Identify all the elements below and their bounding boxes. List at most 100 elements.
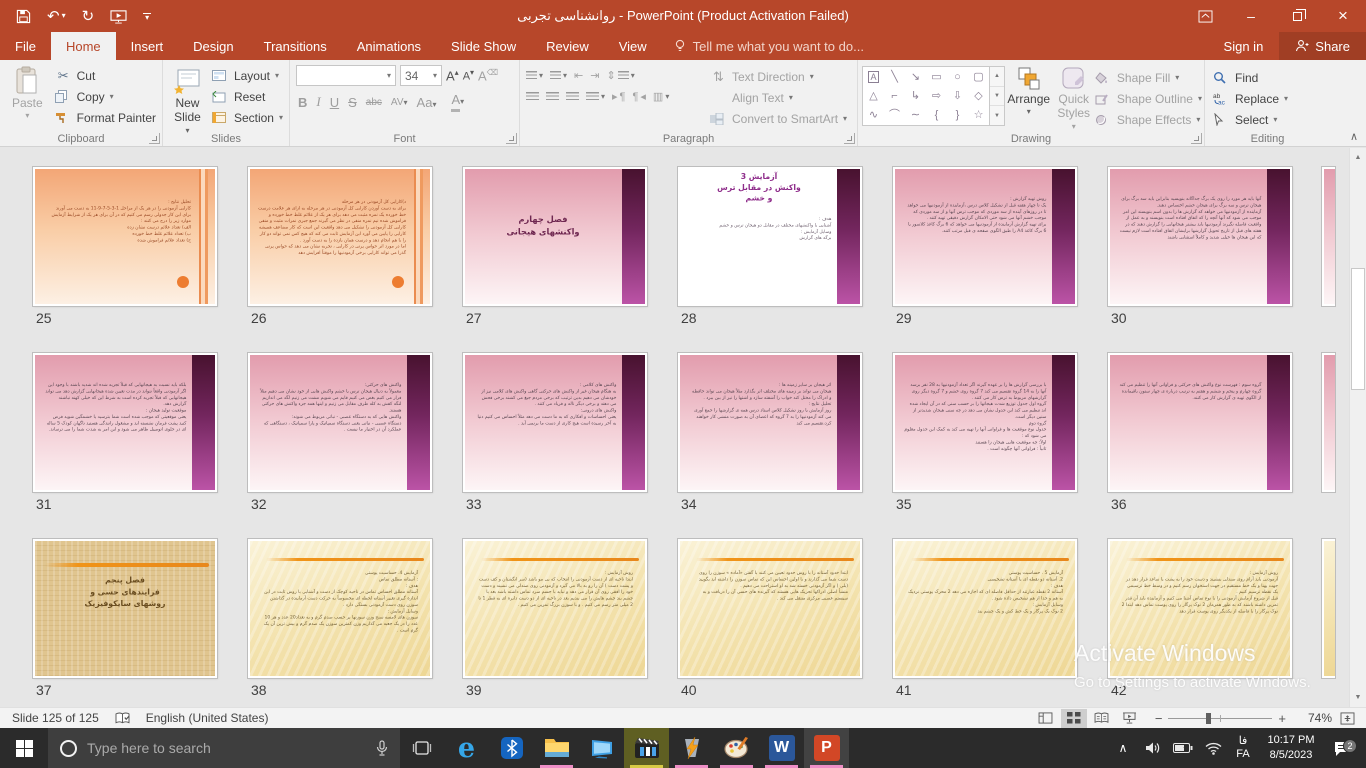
bold-button[interactable]: B [298, 95, 307, 110]
customize-qat-button[interactable]: ▾ [143, 13, 151, 20]
shape-option-icon[interactable]: ☆ [974, 110, 984, 121]
save-icon[interactable] [16, 9, 31, 24]
gallery-scroll-up-icon[interactable]: ▲ [990, 67, 1004, 87]
slide-thumbnail[interactable]: روش آزمایش : آزمودنی باید آرام روی صندلی… [1108, 539, 1292, 678]
normal-view-icon[interactable] [1033, 709, 1059, 728]
clear-formatting-icon[interactable]: A⌫ [478, 68, 498, 83]
decrease-indent-icon[interactable]: ⇤ [574, 69, 583, 82]
zoom-slider[interactable] [1168, 718, 1272, 719]
slide-thumbnail[interactable]: آزمایش 5 . حساسیت پوستی 2. آستانه دو نقط… [893, 539, 1077, 678]
layout-button[interactable]: Layout▾ [208, 65, 287, 86]
increase-font-icon[interactable]: A▴ [446, 68, 459, 83]
strikethrough-button[interactable]: S [348, 95, 357, 110]
reading-view-icon[interactable] [1089, 709, 1115, 728]
share-button[interactable]: Share [1279, 32, 1366, 60]
shape-option-icon[interactable]: ▢ [973, 72, 983, 83]
taskbar-display-button[interactable] [579, 728, 624, 768]
microphone-icon[interactable] [376, 740, 388, 757]
section-button[interactable]: Section▾ [208, 107, 287, 128]
font-name-combo[interactable]: ▾ [296, 65, 396, 86]
slide-thumbnail[interactable]: اثر هیجان بر سایر زمینه ها : هیجان می تو… [678, 353, 862, 492]
align-right-icon[interactable] [566, 92, 579, 102]
shape-option-icon[interactable]: △ [869, 91, 877, 102]
gallery-more-icon[interactable]: ▼ [990, 106, 1004, 125]
task-view-button[interactable] [400, 728, 444, 768]
shape-option-icon[interactable]: A [868, 71, 878, 83]
zoom-level[interactable]: 74% [1298, 711, 1332, 725]
slide-thumbnail[interactable]: واکنش های کلامی : به هنگام هیجان غیر از … [463, 353, 647, 492]
slide-thumbnail[interactable]: روش تهیه گزارش : یک تا چهار هفته قبل از … [893, 167, 1077, 306]
vertical-scrollbar[interactable]: ▲ ▼ [1349, 148, 1366, 707]
fit-to-window-icon[interactable] [1334, 709, 1360, 728]
font-color-button[interactable]: A▾ [451, 92, 464, 112]
slide-thumbnail[interactable]: واکنش های حرکتی: معمولاً به دنبال هیجان … [248, 353, 432, 492]
slide-thumbnail-partial[interactable] [1322, 167, 1335, 306]
columns-icon[interactable]: ▥▾ [653, 90, 669, 103]
tab-insert[interactable]: Insert [116, 32, 179, 60]
underline-button[interactable]: U [330, 95, 339, 110]
taskbar-bluetooth-button[interactable] [489, 728, 534, 768]
tab-view[interactable]: View [604, 32, 662, 60]
shape-option-icon[interactable]: ∿ [869, 110, 878, 121]
find-button[interactable]: Find [1209, 67, 1292, 88]
paste-button[interactable]: Paste▾ [4, 63, 51, 121]
copy-button[interactable]: Copy▾ [51, 86, 160, 107]
restore-button[interactable] [1274, 0, 1320, 32]
taskbar-file-explorer-button[interactable] [534, 728, 579, 768]
ltr-direction-icon[interactable]: ¶◂ [632, 90, 645, 103]
tab-animations[interactable]: Animations [342, 32, 436, 60]
scrollbar-thumb[interactable] [1351, 268, 1365, 390]
scroll-up-icon[interactable]: ▲ [1351, 149, 1365, 166]
tray-chevron-icon[interactable]: ∧ [1108, 741, 1138, 755]
taskbar-powerpoint-button[interactable]: P [804, 728, 849, 768]
zoom-slider-thumb[interactable] [1206, 713, 1211, 724]
increase-indent-icon[interactable]: ⇥ [590, 69, 599, 82]
shape-option-icon[interactable]: ⇩ [953, 91, 962, 102]
tab-slideshow[interactable]: Slide Show [436, 32, 531, 60]
minimize-button[interactable]: – [1228, 0, 1274, 32]
reset-button[interactable]: Reset [208, 86, 287, 107]
tab-home[interactable]: Home [51, 32, 116, 60]
justify-icon[interactable]: ▾ [586, 92, 605, 102]
shape-outline-button[interactable]: Shape Outline▾ [1095, 88, 1202, 109]
text-direction-button[interactable]: ⇅Text Direction▾ [710, 66, 847, 87]
taskbar-media-player-button[interactable] [624, 728, 669, 768]
shape-option-icon[interactable]: ⌐ [891, 91, 897, 102]
new-slide-button[interactable]: New Slide▾ [167, 63, 208, 135]
shape-option-icon[interactable]: ◇ [974, 91, 982, 102]
arrange-button[interactable]: Arrange▾ [1005, 63, 1053, 117]
rtl-direction-icon[interactable]: ▸¶ [612, 90, 625, 103]
bullets-icon[interactable]: ▾ [526, 71, 543, 81]
text-shadow-button[interactable]: abc [366, 97, 382, 108]
shape-gallery[interactable]: A╲↘▭○▢△⌐↳⇨⇩◇∿⌒∼{}☆ [862, 66, 990, 126]
font-dialog-launcher[interactable] [506, 133, 517, 144]
scroll-down-icon[interactable]: ▼ [1351, 689, 1365, 706]
italic-button[interactable]: I [316, 94, 320, 110]
slide-sorter-view-icon[interactable] [1061, 709, 1087, 728]
tell-me-box[interactable]: Tell me what you want to do... [662, 32, 876, 60]
taskbar-paint-button[interactable] [714, 728, 759, 768]
slide-thumbnail[interactable]: آزمایش 4. حساسیت پوستی : آستانه مطلق تما… [248, 539, 432, 678]
close-button[interactable]: × [1320, 0, 1366, 32]
font-size-combo[interactable]: 34▾ [400, 65, 442, 86]
undo-button[interactable]: ↶▾ [47, 9, 66, 24]
numbering-icon[interactable]: ▾ [550, 71, 567, 81]
paragraph-dialog-launcher[interactable] [844, 133, 855, 144]
slide-thumbnail[interactable]: روش آزمایش : ابتدا ناحیه ای از دست آزمود… [463, 539, 647, 678]
language-indicator[interactable]: English (United States) [146, 711, 269, 725]
quick-styles-button[interactable]: Quick Styles▾ [1053, 63, 1095, 131]
shape-option-icon[interactable]: ⇨ [932, 91, 941, 102]
shape-option-icon[interactable]: ↳ [911, 91, 920, 102]
align-text-button[interactable]: Align Text▾ [710, 87, 847, 108]
start-slideshow-icon[interactable] [110, 9, 127, 24]
tab-review[interactable]: Review [531, 32, 604, 60]
taskbar-word-button[interactable]: W [759, 728, 804, 768]
zoom-out-icon[interactable]: − [1155, 711, 1163, 726]
clipboard-dialog-launcher[interactable] [149, 133, 160, 144]
slide-thumbnail[interactable]: آنها باید هر مورد را روی یک برگ جداگانه … [1108, 167, 1292, 306]
shape-option-icon[interactable]: ○ [954, 72, 961, 83]
shape-option-icon[interactable]: ▭ [931, 72, 941, 83]
align-left-icon[interactable] [526, 92, 539, 102]
shape-option-icon[interactable]: } [956, 110, 960, 121]
redo-button[interactable]: ↻ [82, 9, 95, 24]
